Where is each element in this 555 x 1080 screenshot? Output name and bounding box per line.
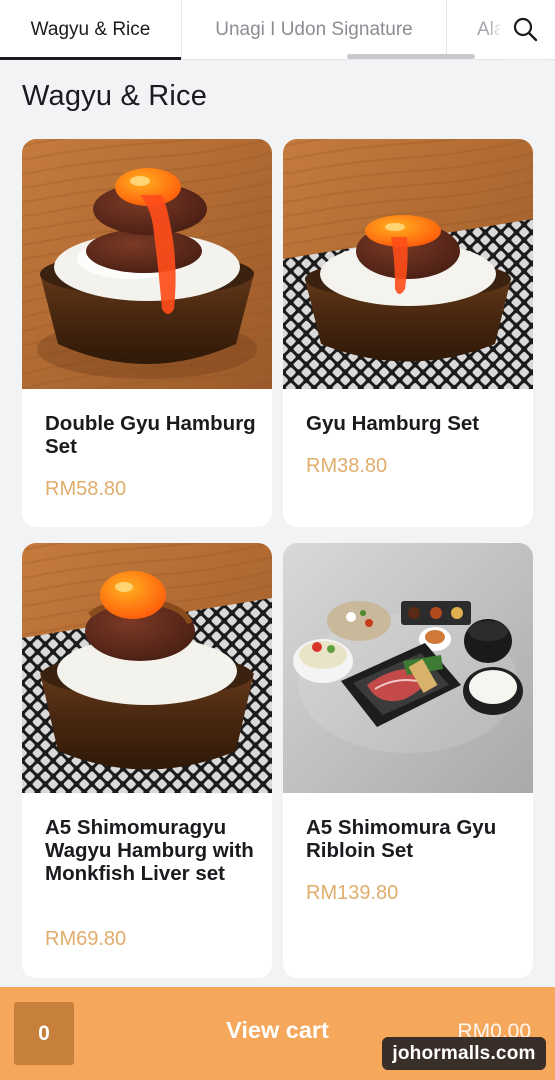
product-card[interactable]: Double Gyu Hamburg Set RM58.80 (22, 139, 272, 527)
tab-label: Unagi I Udon Signature (215, 19, 413, 40)
search-button[interactable] (500, 8, 550, 54)
tab-label: Wagyu & Rice (30, 19, 151, 40)
watermark-label: johormalls.com (382, 1037, 546, 1070)
product-name: A5 Shimomura Gyu Ribloin Set (306, 816, 497, 862)
category-tab-bar: Wagyu & Rice Unagi I Udon Signature Ala (0, 0, 555, 60)
product-card[interactable]: A5 Shimomuragyu Wagyu Hamburg with Monkf… (22, 543, 272, 978)
tab-wagyu-rice[interactable]: Wagyu & Rice (0, 0, 182, 60)
product-price: RM38.80 (306, 455, 388, 477)
product-card[interactable]: A5 Shimomura Gyu Ribloin Set RM139.80 (283, 543, 533, 978)
product-name: A5 Shimomuragyu Wagyu Hamburg with Monkf… (45, 816, 254, 885)
product-name: Double Gyu Hamburg Set (45, 412, 256, 458)
tab-unagi-udon-signature[interactable]: Unagi I Udon Signature (182, 0, 447, 60)
product-price: RM139.80 (306, 882, 399, 904)
product-card[interactable]: Gyu Hamburg Set RM38.80 (283, 139, 533, 527)
product-image (22, 543, 272, 793)
product-name: Gyu Hamburg Set (306, 412, 480, 435)
tab-scroll-indicator[interactable] (347, 54, 475, 59)
tab-ala[interactable]: Ala (447, 0, 507, 60)
product-image (283, 543, 533, 793)
product-image (22, 139, 272, 389)
product-price: RM58.80 (45, 478, 127, 500)
search-icon (512, 16, 538, 47)
product-image (283, 139, 533, 389)
section-title: Wagyu & Rice (22, 80, 208, 112)
view-cart-button[interactable]: View cart (150, 1017, 405, 1044)
cart-item-count: 0 (14, 1002, 74, 1065)
product-price: RM69.80 (45, 928, 127, 950)
